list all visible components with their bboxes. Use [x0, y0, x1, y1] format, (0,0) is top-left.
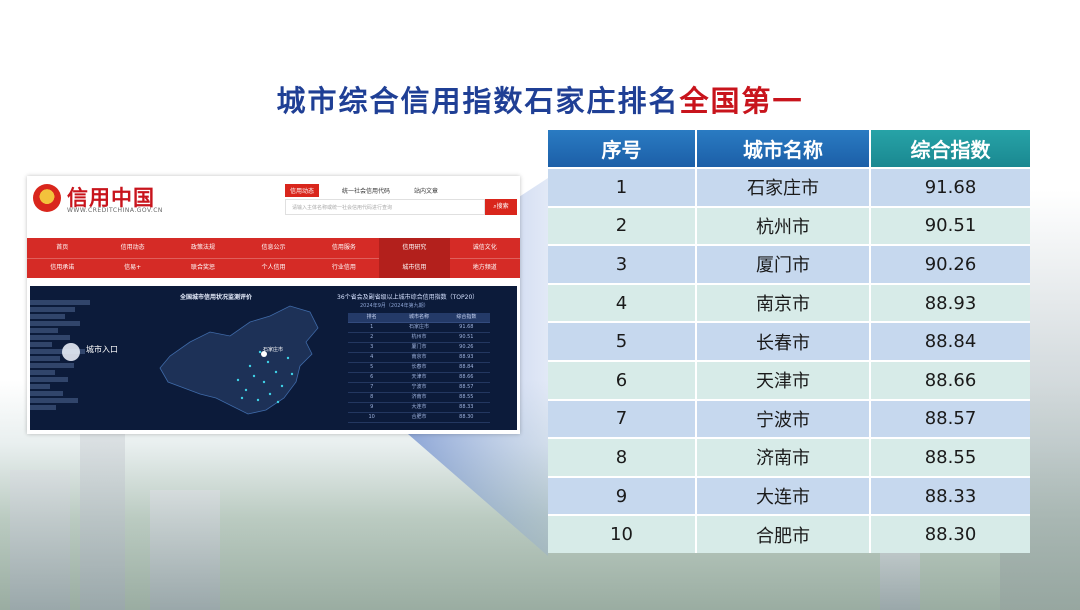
nav-item[interactable]: 首页	[27, 238, 97, 258]
cell-rank: 4	[548, 282, 697, 323]
table-row: 10 合肥市 88.30	[548, 514, 1030, 553]
cell-city: 大连市	[696, 475, 871, 516]
nav-item[interactable]: 信易+	[97, 258, 167, 278]
site-url: WWW.CREDITCHINA.GOV.CN	[67, 207, 163, 214]
table-row: 6 天津市 88.66	[548, 359, 1030, 400]
header-index: 综合指数	[870, 130, 1030, 168]
cell-rank: 8	[548, 437, 697, 477]
header-tab-news[interactable]: 信用动态	[285, 184, 320, 197]
table-row: 7 宁波市 88.57	[548, 398, 1030, 439]
dashboard-table-title: 36个省会及副省级以上城市综合信用指数（TOP20）	[337, 294, 479, 301]
table-row: 2 杭州市 90.51	[548, 205, 1030, 246]
cell-rank: 10	[548, 514, 697, 553]
ranking-table: 序号 城市名称 综合指数 1 石家庄市 91.68 2 杭州市 90.51 3 厦门市 90…	[548, 130, 1030, 553]
site-search-input[interactable]: 请输入主体名称或统一社会信用代码进行查询	[285, 199, 485, 215]
nav-item[interactable]: 行业信用	[309, 258, 379, 278]
table-row: 4 南京市 88.93	[548, 282, 1030, 323]
cell-city: 南京市	[696, 282, 871, 323]
nav-item[interactable]: 信用承诺	[27, 258, 97, 278]
cell-city: 天津市	[696, 359, 871, 400]
table-row: 5 长春市 88.84	[548, 321, 1030, 361]
mini-table-row: 9 大连市 88.33	[348, 403, 490, 413]
mini-table-header: 排名 城市名称 综合指数	[348, 313, 490, 323]
header-rank: 序号	[548, 130, 697, 168]
nav-item[interactable]: 地方频道	[450, 258, 520, 278]
cell-index: 88.66	[870, 359, 1030, 400]
nav-item[interactable]: 联合奖惩	[168, 258, 238, 278]
mini-table-row: 7 宁波市 88.57	[348, 383, 490, 393]
mini-table-row: 2 杭州市 90.51	[348, 333, 490, 343]
cell-index: 88.93	[870, 282, 1030, 323]
cell-rank: 1	[548, 167, 697, 207]
cell-rank: 6	[548, 359, 697, 400]
nav-item-active[interactable]: 城市信用	[379, 258, 450, 278]
title-highlight: 全国第一	[679, 84, 804, 118]
table-row: 8 济南市 88.55	[548, 437, 1030, 477]
nav-item[interactable]: 政策法规	[168, 238, 238, 258]
cell-rank: 9	[548, 475, 697, 516]
header-tab-articles[interactable]: 站内文章	[409, 184, 443, 197]
site-search-button[interactable]: ⌕搜索	[485, 199, 517, 215]
cell-index: 88.30	[870, 514, 1030, 553]
cell-city: 宁波市	[696, 398, 871, 439]
cell-rank: 5	[548, 321, 697, 361]
cell-index: 88.33	[870, 475, 1030, 516]
cell-city: 济南市	[696, 437, 871, 477]
creditchina-screenshot: 信用中国 WWW.CREDITCHINA.GOV.CN 信用动态 统一社会信用代…	[27, 176, 520, 434]
nav-item[interactable]: 信用动态	[97, 238, 167, 258]
city-entry-label[interactable]: 城市入口	[86, 344, 118, 355]
site-nav-row-1: 首页 信用动态 政策法规 信息公示 信用服务 信用研究 诚信文化	[27, 238, 520, 259]
cell-city: 石家庄市	[696, 167, 871, 207]
site-nav: 首页 信用动态 政策法规 信息公示 信用服务 信用研究 诚信文化 信用承诺 信易…	[27, 238, 520, 278]
cell-rank: 3	[548, 244, 697, 284]
title-main: 城市综合信用指数石家庄排名	[276, 84, 680, 118]
cell-index: 88.55	[870, 437, 1030, 477]
cell-index: 91.68	[870, 167, 1030, 207]
mini-table-row: 4 南京市 88.93	[348, 353, 490, 363]
dashboard-title: 全国城市信用状况监测评价	[180, 294, 253, 301]
national-emblem-icon	[33, 184, 61, 212]
cell-index: 90.51	[870, 205, 1030, 246]
nav-item-active[interactable]: 信用研究	[379, 238, 450, 258]
mini-table-row: 10 合肥市 88.30	[348, 413, 490, 423]
page-title: 城市综合信用指数石家庄排名全国第一	[0, 78, 1080, 120]
nav-item[interactable]: 信息公示	[238, 238, 308, 258]
table-row: 3 厦门市 90.26	[548, 244, 1030, 284]
cell-city: 杭州市	[696, 205, 871, 246]
mini-table-row: 8 济南市 88.55	[348, 393, 490, 403]
cell-rank: 2	[548, 205, 697, 246]
map-city-label: 石家庄市	[263, 347, 284, 353]
dashboard-table-subtitle: 2024年9月（2024年第九期）	[360, 303, 429, 309]
header-tab-code[interactable]: 统一社会信用代码	[337, 184, 395, 197]
mini-table-row: 5 长春市 88.84	[348, 363, 490, 373]
cell-city: 长春市	[696, 321, 871, 361]
header-city: 城市名称	[696, 130, 871, 168]
site-nav-row-2: 信用承诺 信易+ 联合奖惩 个人信用 行业信用 城市信用 地方频道	[27, 258, 520, 278]
dashboard-side-bars	[30, 300, 100, 425]
nav-item[interactable]: 信用服务	[309, 238, 379, 258]
cell-index: 88.57	[870, 398, 1030, 439]
mini-table-row: 1 石家庄市 91.68	[348, 323, 490, 333]
nav-item[interactable]: 诚信文化	[450, 238, 520, 258]
table-row: 9 大连市 88.33	[548, 475, 1030, 516]
dashboard-mini-table: 排名 城市名称 综合指数 1 石家庄市 91.68 2 杭州市 90.51 3 厦门市 90.2…	[348, 313, 490, 423]
cell-rank: 7	[548, 398, 697, 439]
nav-item[interactable]: 个人信用	[238, 258, 308, 278]
credit-dashboard: 城市入口 全国城市信用状况监测评价 石家庄市 36个省会及副省级以上城市综合信用…	[30, 286, 517, 430]
cell-city: 厦门市	[696, 244, 871, 284]
cell-index: 88.84	[870, 321, 1030, 361]
mini-table-row: 3 厦门市 90.26	[348, 343, 490, 353]
cell-city: 合肥市	[696, 514, 871, 553]
table-row: 1 石家庄市 91.68	[548, 167, 1030, 207]
china-map	[159, 305, 319, 415]
cell-index: 90.26	[870, 244, 1030, 284]
ranking-header-row: 序号 城市名称 综合指数	[548, 130, 1030, 168]
site-header: 信用中国 WWW.CREDITCHINA.GOV.CN 信用动态 统一社会信用代…	[27, 176, 520, 236]
mini-table-row: 6 天津市 88.66	[348, 373, 490, 383]
city-entry-icon[interactable]	[62, 343, 80, 361]
